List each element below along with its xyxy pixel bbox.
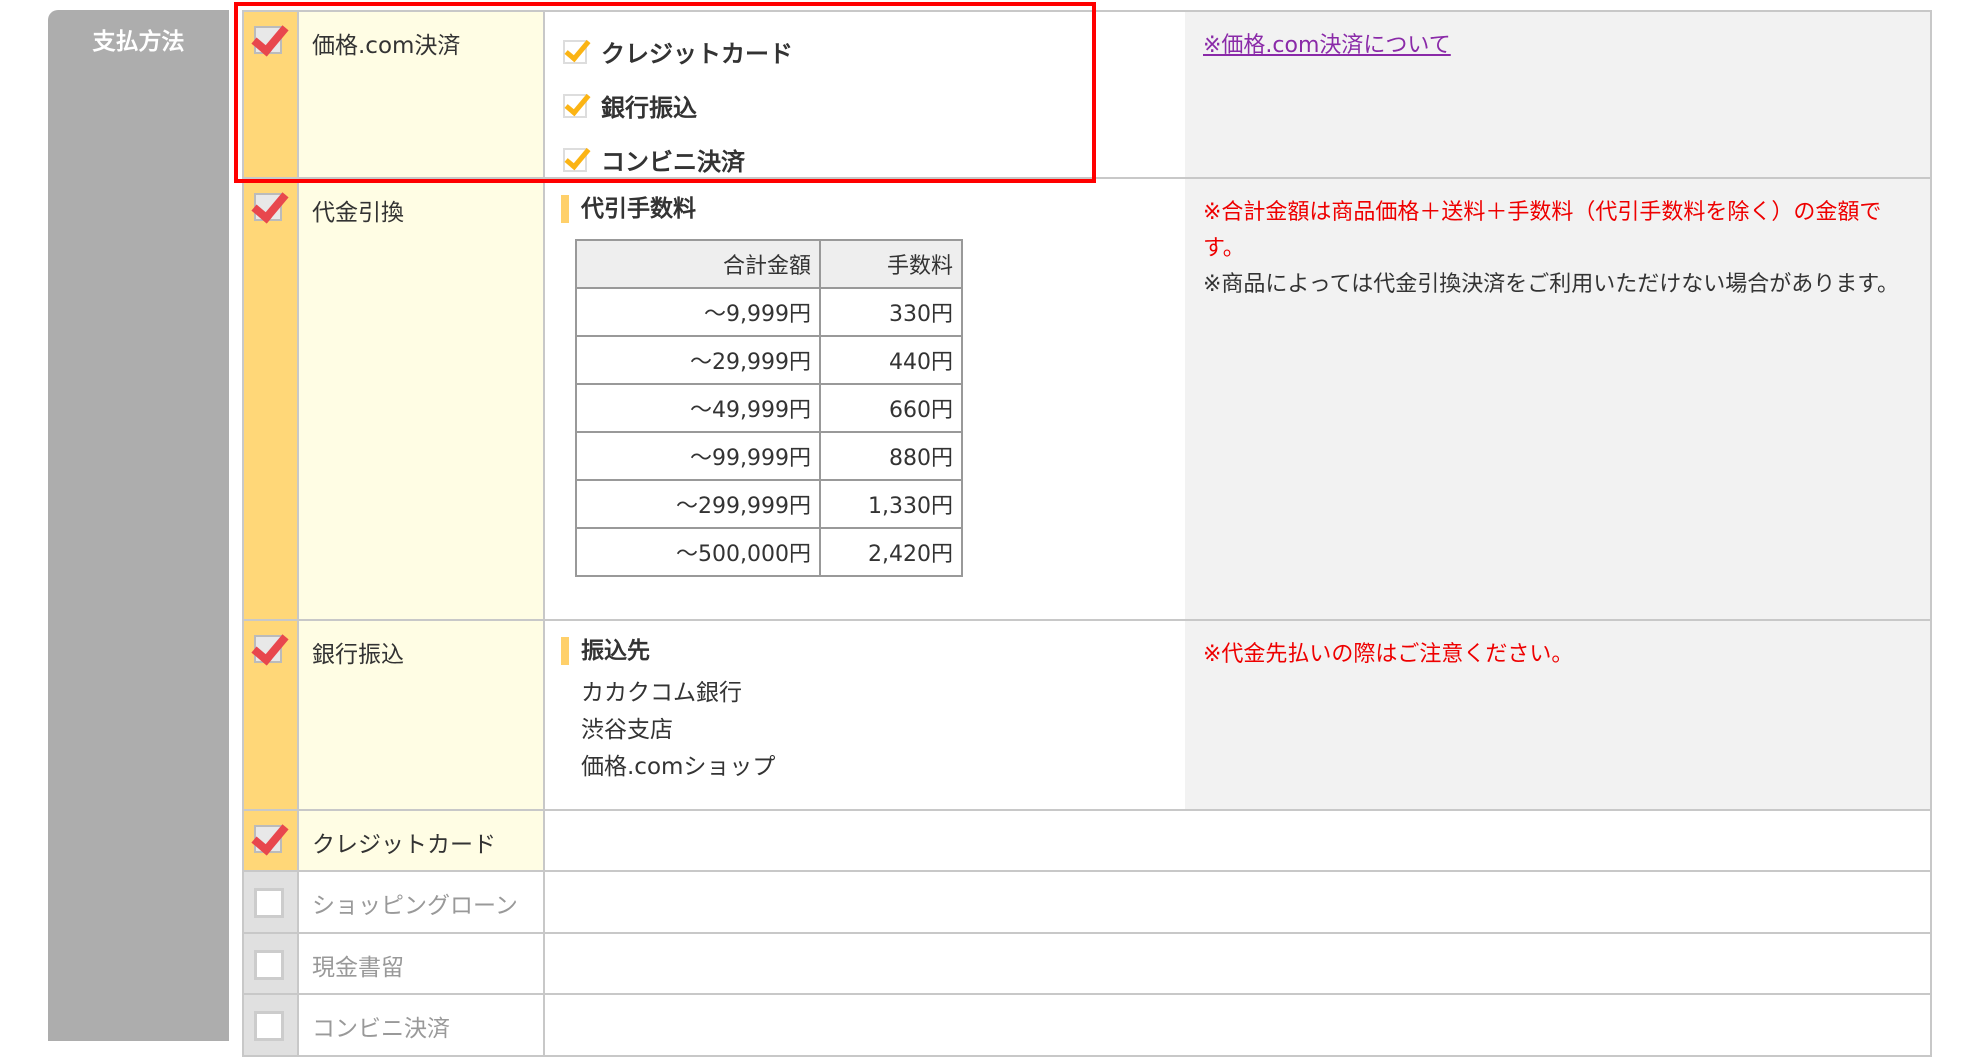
fee-table: 合計金額 手数料 ～9,999円 330円 ～29,999円 440円 ～49,999円 6… [575,239,963,577]
fee-cell: 880円 [819,431,963,481]
fee-cell: 1,330円 [819,479,963,529]
unchecked-icon [254,888,284,918]
fee-row: ～299,999円 1,330円 [575,479,963,529]
option-credit: クレジットカード [563,34,1185,69]
method-label: コンビニ決済 [299,995,545,1055]
fee-heading: 代引手数料 [561,195,1185,223]
checked-icon [254,825,282,853]
row-cash: 現金書留 [244,934,1930,995]
amount-cell: ～99,999円 [575,431,821,481]
row-credit: クレジットカード [244,811,1930,872]
checked-icon [254,635,282,663]
method-label: 現金書留 [299,934,545,993]
kakaku-payment-link[interactable]: ※価格.com決済について [1203,33,1451,58]
method-label: クレジットカード [299,811,545,870]
amount-cell: ～49,999円 [575,383,821,433]
row-cod: 代金引換 代引手数料 合計金額 手数料 ～9,999円 330円 ～29,999円 44… [244,179,1930,621]
amount-cell: ～9,999円 [575,287,821,337]
method-label: 銀行振込 [299,621,545,809]
cod-note: ※合計金額は商品価格＋送料＋手数料（代引手数料を除く）の金額です。 [1203,200,1882,261]
amount-cell: ～29,999円 [575,335,821,385]
checked-icon [254,193,282,221]
checked-icon [254,26,282,54]
fee-cell: 440円 [819,335,963,385]
fee-row: ～500,000円 2,420円 [575,527,963,577]
fee-row: ～29,999円 440円 [575,335,963,385]
section-label: 支払方法 [48,10,229,1041]
fee-cell: 2,420円 [819,527,963,577]
fee-row: ～99,999円 880円 [575,431,963,481]
unchecked-icon [254,1011,284,1041]
payment-methods-table: 価格.com決済 クレジットカード 銀行振込 コンビニ決済 ※価格.com決済に… [242,10,1932,1057]
check-icon [563,147,587,172]
cod-note: ※商品によっては代金引換決済をご利用いただけない場合があります。 [1203,272,1900,297]
fee-cell: 660円 [819,383,963,433]
row-kakaku: 価格.com決済 クレジットカード 銀行振込 コンビニ決済 ※価格.com決済に… [244,12,1930,179]
row-bank: 銀行振込 振込先 カカクコム銀行 渋谷支店 価格.comショップ ※代金先払いの際は… [244,621,1930,811]
section-label-text: 支払方法 [92,29,185,55]
method-label: 価格.com決済 [299,12,545,177]
unchecked-icon [254,950,284,980]
row-conveni: コンビニ決済 [244,995,1930,1057]
fee-row: ～9,999円 330円 [575,287,963,337]
option-conveni: コンビニ決済 [563,142,1185,177]
fee-row: ～49,999円 660円 [575,383,963,433]
amount-cell: ～500,000円 [575,527,821,577]
method-label: ショッピングローン [299,872,545,932]
fee-cell: 330円 [819,287,963,337]
row-loan: ショッピングローン [244,872,1930,934]
check-icon [563,39,587,64]
option-bank: 銀行振込 [563,88,1185,123]
check-icon [563,93,587,118]
method-label: 代金引換 [299,179,545,619]
bank-note: ※代金先払いの際はご注意ください。 [1185,621,1930,809]
bank-heading: 振込先 [561,637,1185,665]
amount-cell: ～299,999円 [575,479,821,529]
